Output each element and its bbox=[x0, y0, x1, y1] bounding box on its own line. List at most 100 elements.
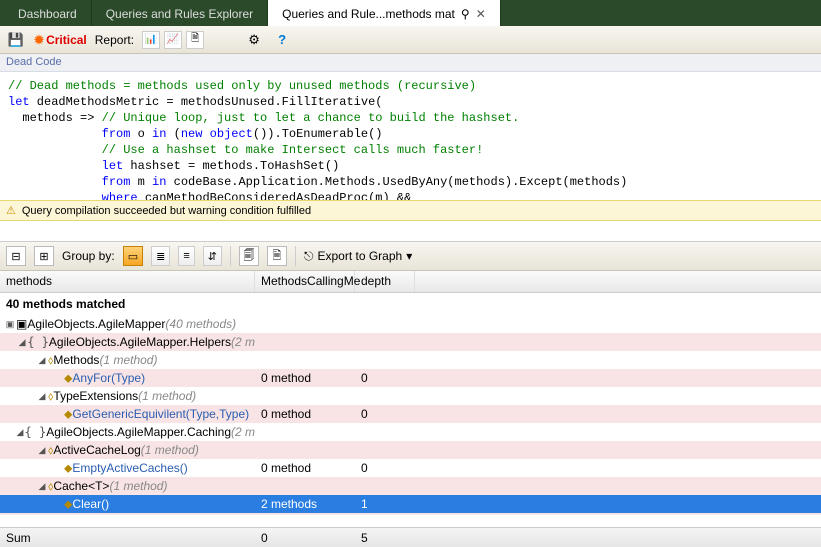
tree-note: (1 method) bbox=[141, 443, 199, 457]
cell-calling: 0 method bbox=[255, 407, 355, 421]
report-doc-icon[interactable]: 🗎 bbox=[186, 31, 204, 49]
critical-button[interactable]: ✹ Critical bbox=[34, 33, 87, 47]
report-bars-icon[interactable]: 📈 bbox=[164, 31, 182, 49]
critical-label: Critical bbox=[46, 33, 87, 47]
tab-dashboard[interactable]: Dashboard bbox=[4, 0, 92, 26]
tree-row[interactable]: ◢⬨ ActiveCacheLog (1 method) bbox=[0, 441, 821, 459]
tab-label: Queries and Rule...methods mat bbox=[282, 7, 455, 21]
copy-button[interactable]: 🗐 bbox=[239, 246, 259, 266]
group-mode-3[interactable]: ≡ bbox=[178, 246, 194, 266]
tree-row[interactable]: ◢{ } AgileObjects.AgileMapper.Configurat… bbox=[0, 513, 821, 515]
cell-depth: 0 bbox=[355, 407, 415, 421]
tree-note: (1 method) bbox=[99, 353, 157, 367]
meth-icon: ⬥ bbox=[64, 497, 72, 512]
tab-queries-methods[interactable]: Queries and Rule...methods mat ⚲ ✕ bbox=[268, 0, 501, 26]
cell-calling: 2 methods bbox=[255, 497, 355, 511]
tree-row[interactable]: ⬥ GetGenericEquivilent(Type,Type) 0 metho… bbox=[0, 405, 821, 423]
group-mode-1[interactable]: ▭ bbox=[123, 246, 143, 266]
meth-icon: ⬥ bbox=[64, 371, 72, 386]
col-depth[interactable]: depth bbox=[355, 271, 415, 292]
tab-bar: Dashboard Queries and Rules Explorer Que… bbox=[0, 0, 821, 26]
group-mode-4[interactable]: ⇵ bbox=[203, 246, 222, 266]
expander-icon[interactable]: ▣ bbox=[4, 319, 16, 330]
sum-calling: 0 bbox=[255, 531, 355, 545]
col-methods[interactable]: methods bbox=[0, 271, 255, 292]
columns-header: methods MethodsCallingMe depth bbox=[0, 271, 821, 293]
warning-bar: ⚠ Query compilation succeeded but warnin… bbox=[0, 200, 821, 221]
tree-label: AgileObjects.AgileMapper.Helpers bbox=[49, 335, 231, 349]
report-icons: 📊 📈 🗎 bbox=[142, 31, 204, 49]
tree-label: TypeExtensions bbox=[53, 389, 138, 403]
expander-icon[interactable]: ◢ bbox=[36, 355, 48, 366]
cell-depth: 0 bbox=[355, 371, 415, 385]
group-mode-2[interactable]: ≣ bbox=[151, 246, 170, 266]
match-count: 40 methods matched bbox=[0, 293, 821, 315]
results-tree[interactable]: ▣▣ AgileObjects.AgileMapper (40 methods)… bbox=[0, 315, 821, 515]
chevron-down-icon: ▾ bbox=[406, 249, 412, 263]
help-button[interactable]: ? bbox=[272, 30, 292, 50]
section-header: Dead Code bbox=[0, 54, 821, 72]
group-by-label: Group by: bbox=[62, 249, 115, 263]
tree-label: ActiveCacheLog bbox=[53, 443, 140, 457]
expand-all-button[interactable]: ⊞ bbox=[34, 246, 54, 266]
tree-label: Cache<T> bbox=[53, 479, 109, 493]
tab-label: Dashboard bbox=[18, 7, 77, 21]
tree-note: (1 method) bbox=[109, 479, 167, 493]
tree-note: (1 method) bbox=[138, 389, 196, 403]
save-button[interactable]: 💾 bbox=[6, 30, 26, 50]
meth-icon: ⬥ bbox=[64, 461, 72, 476]
warning-icon: ⚠ bbox=[6, 204, 16, 217]
cell-depth: 1 bbox=[355, 497, 415, 511]
settings-button[interactable]: ⚙ bbox=[244, 30, 264, 50]
collapse-all-button[interactable]: ⊟ bbox=[6, 246, 26, 266]
separator bbox=[295, 246, 296, 266]
export-graph-button[interactable]: ⎋ Export to Graph ▾ bbox=[304, 249, 412, 264]
tab-label: Queries and Rules Explorer bbox=[106, 7, 253, 21]
expander-icon[interactable]: ◢ bbox=[36, 391, 48, 402]
tree-row[interactable]: ⬥ Clear() 2 methods1 bbox=[0, 495, 821, 513]
tree-label: Methods bbox=[53, 353, 99, 367]
tree-label: Clear() bbox=[72, 497, 109, 511]
graph-icon: ⎋ bbox=[304, 249, 314, 264]
cell-depth: 0 bbox=[355, 461, 415, 475]
gear-icon: ✹ bbox=[34, 33, 44, 47]
tree-note: (2 m bbox=[231, 335, 255, 349]
tree-label: AgileObjects.AgileMapper bbox=[27, 317, 165, 331]
footer-sum: Sum 0 5 bbox=[0, 527, 821, 547]
tree-row[interactable]: ◢⬨ Cache<T> (1 method) bbox=[0, 477, 821, 495]
tree-note: (2 m bbox=[231, 425, 255, 439]
cell-calling: 0 method bbox=[255, 461, 355, 475]
results-toolbar: ⊟ ⊞ Group by: ▭ ≣ ≡ ⇵ 🗐 🗎 ⎋ Export to Gr… bbox=[0, 241, 821, 271]
expander-icon[interactable]: ◢ bbox=[15, 427, 24, 438]
tree-row[interactable]: ▣▣ AgileObjects.AgileMapper (40 methods) bbox=[0, 315, 821, 333]
tree-label: GetGenericEquivilent(Type,Type) bbox=[72, 407, 249, 421]
report-chart-icon[interactable]: 📊 bbox=[142, 31, 160, 49]
tree-row[interactable]: ◢{ } AgileObjects.AgileMapper.Caching (2… bbox=[0, 423, 821, 441]
meth-icon: ⬥ bbox=[64, 407, 72, 422]
expander-icon[interactable]: ◢ bbox=[17, 337, 27, 348]
code-editor[interactable]: // Dead methods = methods used only by u… bbox=[0, 72, 821, 200]
tree-row[interactable]: ◢⬨ TypeExtensions (1 method) bbox=[0, 387, 821, 405]
pin-icon[interactable]: ⚲ bbox=[461, 7, 470, 21]
brace-icon: { } bbox=[27, 335, 49, 349]
separator bbox=[230, 246, 231, 266]
cell-calling: 0 method bbox=[255, 371, 355, 385]
tree-row[interactable]: ⬥ AnyFor(Type) 0 method0 bbox=[0, 369, 821, 387]
col-calling[interactable]: MethodsCallingMe bbox=[255, 271, 355, 292]
doc-button[interactable]: 🗎 bbox=[267, 246, 287, 266]
tree-row[interactable]: ⬥ EmptyActiveCaches()0 method0 bbox=[0, 459, 821, 477]
tree-label: AnyFor(Type) bbox=[72, 371, 145, 385]
tree-row[interactable]: ◢⬨ Methods (1 method) bbox=[0, 351, 821, 369]
sum-label: Sum bbox=[0, 531, 255, 545]
expander-icon[interactable]: ◢ bbox=[36, 481, 48, 492]
report-label: Report: bbox=[95, 33, 134, 47]
export-label: Export to Graph bbox=[317, 249, 402, 263]
ns-icon: ▣ bbox=[16, 317, 27, 331]
tree-label: AgileObjects.AgileMapper.Caching bbox=[46, 425, 231, 439]
expander-icon[interactable]: ◢ bbox=[36, 445, 48, 456]
tree-row[interactable]: ◢{ } AgileObjects.AgileMapper.Helpers (2… bbox=[0, 333, 821, 351]
close-icon[interactable]: ✕ bbox=[476, 7, 486, 21]
sum-depth: 5 bbox=[355, 531, 415, 545]
warning-text: Query compilation succeeded but warning … bbox=[22, 205, 311, 217]
tab-explorer[interactable]: Queries and Rules Explorer bbox=[92, 0, 268, 26]
